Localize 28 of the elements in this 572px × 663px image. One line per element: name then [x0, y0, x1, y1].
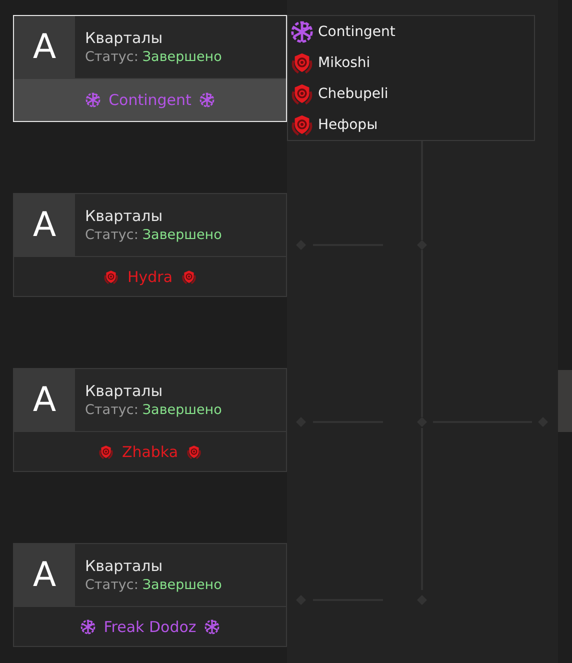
- status-value: Завершено: [142, 402, 222, 418]
- match-title: Кварталы: [85, 382, 164, 400]
- match-title: Кварталы: [85, 29, 164, 47]
- team-name: Contingent: [108, 91, 192, 109]
- status-value: Завершено: [142, 49, 222, 65]
- status-label: Статус:: [85, 577, 138, 593]
- match-title: Кварталы: [85, 207, 164, 225]
- status-label: Статус:: [85, 402, 138, 418]
- match-card[interactable]: A Кварталы Статус: Завершено Hydra: [13, 193, 287, 297]
- team-option[interactable]: Mikoshi: [288, 47, 534, 78]
- match-card[interactable]: A Кварталы Статус: Завершено Freak Dodoz: [13, 543, 287, 647]
- status-value: Завершено: [142, 577, 222, 593]
- avatar: A: [14, 16, 75, 78]
- avatar: A: [14, 194, 75, 256]
- match-card[interactable]: A Кварталы Статус: Завершено Contingent: [13, 15, 287, 122]
- team-option[interactable]: Нефоры: [288, 109, 534, 140]
- match-card[interactable]: A Кварталы Статус: Завершено Zhabka: [13, 368, 287, 472]
- team-name: Freak Dodoz: [104, 618, 196, 636]
- team-name: Hydra: [127, 268, 173, 286]
- team-option[interactable]: Chebupeli: [288, 78, 534, 109]
- team-option[interactable]: Contingent: [288, 16, 534, 47]
- status-label: Статус:: [85, 227, 138, 243]
- status-value: Завершено: [142, 227, 222, 243]
- avatar: A: [14, 544, 75, 606]
- status-label: Статус:: [85, 49, 138, 65]
- avatar: A: [14, 369, 75, 431]
- match-title: Кварталы: [85, 557, 164, 575]
- team-name: Zhabka: [122, 442, 178, 460]
